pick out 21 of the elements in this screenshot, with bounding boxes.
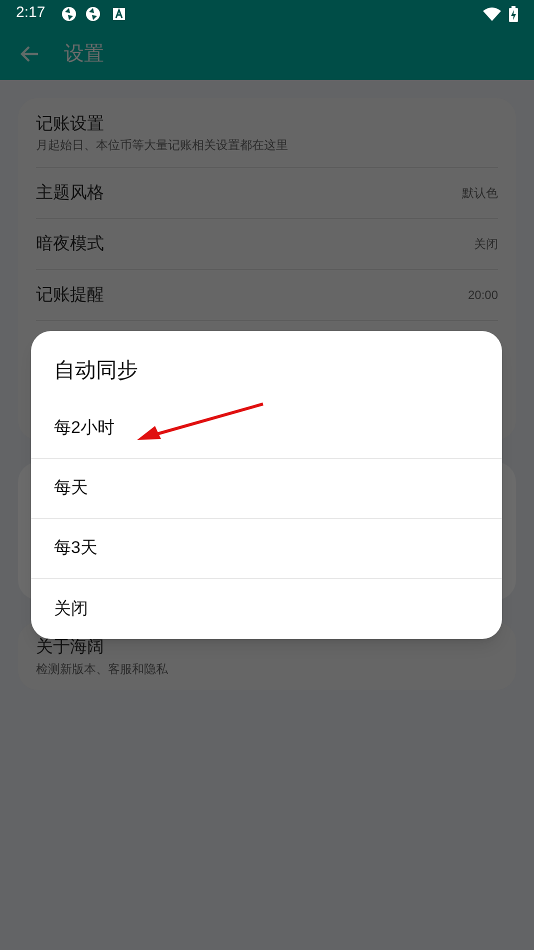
setting-value: 关闭: [474, 236, 498, 253]
setting-title[interactable]: 暗夜模式: [36, 231, 104, 257]
sync-icon: [61, 6, 78, 22]
setting-subtitle: 检测新版本、客服和隐私: [36, 660, 169, 678]
back-arrow-icon[interactable]: [20, 44, 40, 64]
sync-icon: [85, 6, 102, 22]
setting-subtitle: 月起始日、本位币等大量记账相关设置都在这里: [36, 137, 288, 154]
setting-title[interactable]: 记账提醒: [36, 282, 104, 308]
setting-value: 20:00: [468, 287, 498, 304]
setting-title[interactable]: 主题风格: [36, 180, 104, 206]
setting-title[interactable]: 记账设置: [36, 110, 288, 136]
setting-value: 默认色: [462, 185, 498, 202]
dialog-option[interactable]: 关闭: [31, 578, 502, 638]
battery-icon: [509, 6, 518, 22]
toolbar-title: 设置: [64, 42, 104, 66]
dialog-option[interactable]: 每3天: [31, 518, 502, 578]
dialog-title: 自动同步: [53, 358, 139, 384]
wifi-icon: [483, 6, 501, 20]
keyboard-icon: [113, 8, 126, 20]
status-time: 2:17: [16, 3, 46, 24]
dialog-option[interactable]: 每天: [31, 458, 502, 518]
